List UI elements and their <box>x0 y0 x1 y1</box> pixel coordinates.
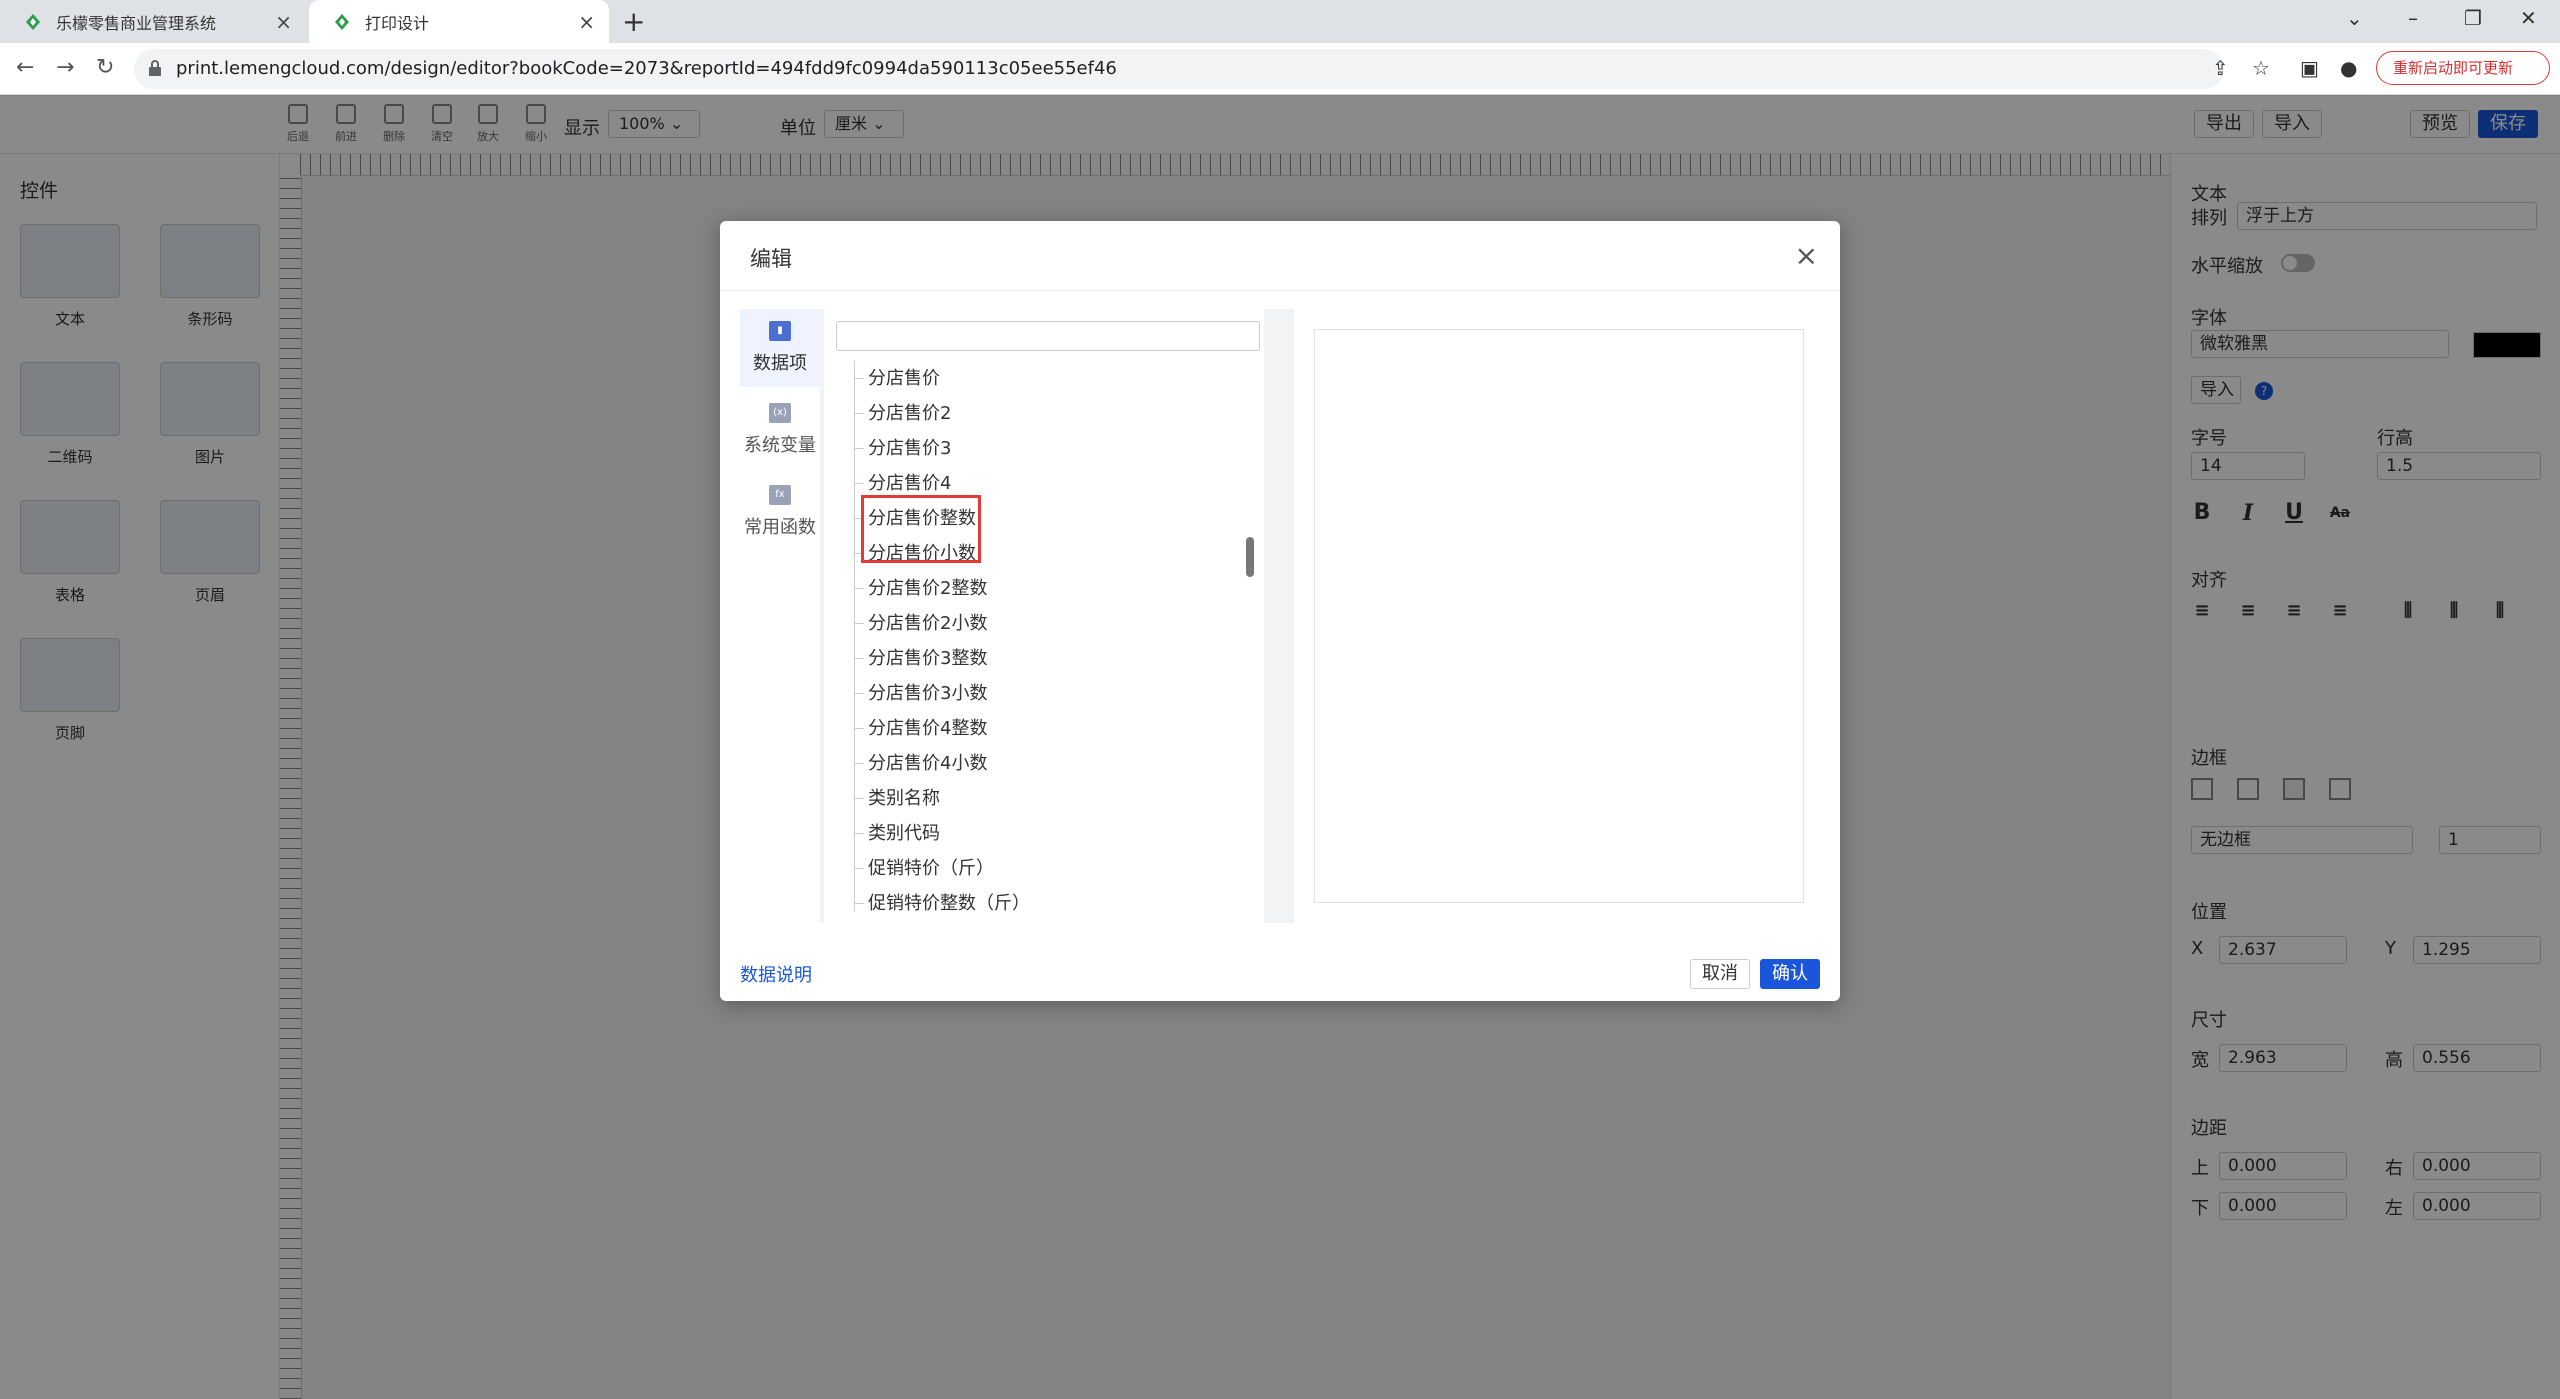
back-icon[interactable]: ← <box>16 55 34 80</box>
tab-close-icon[interactable]: × <box>275 10 292 34</box>
tree-connector <box>854 361 855 911</box>
tree-item[interactable]: 分店售价3小数 <box>853 676 987 711</box>
side-tabs: ▮ 数据项 (x) 系统变量 fx 常用函数 <box>740 309 820 923</box>
preview-panel <box>1294 309 1820 923</box>
lock-icon <box>149 60 161 76</box>
search-input[interactable] <box>836 321 1260 351</box>
edit-modal: 编辑 × ▮ 数据项 (x) 系统变量 fx 常用函数 分店售价 分店售价2 分店售价… <box>720 221 1840 1001</box>
side-panel-icon[interactable]: ▣ <box>2300 56 2319 80</box>
tab-common-functions[interactable]: fx 常用函数 <box>740 473 820 551</box>
tab-close-icon[interactable]: × <box>578 10 595 34</box>
new-tab-icon[interactable]: + <box>622 5 645 38</box>
close-icon[interactable]: × <box>1795 239 1818 272</box>
cancel-button[interactable]: 取消 <box>1690 959 1750 989</box>
system-variable-icon: (x) <box>769 403 791 423</box>
tree-item[interactable]: 分店售价3整数 <box>853 641 987 676</box>
browser-tab-strip: 乐檬零售商业管理系统 × 打印设计 × + ⌄ – ❐ ✕ <box>0 0 2560 43</box>
modal-header: 编辑 × <box>720 221 1840 291</box>
tree-item[interactable]: 促销特价（斤） <box>854 851 994 886</box>
address-bar-row: ← → ↻ print.lemengcloud.com/design/edito… <box>0 43 2560 95</box>
window-close-icon[interactable]: ✕ <box>2520 6 2537 30</box>
tree-item[interactable]: 类别代码 <box>854 816 940 851</box>
omnibox[interactable]: print.lemengcloud.com/design/editor?book… <box>134 49 2224 89</box>
minimize-icon[interactable]: – <box>2408 6 2418 30</box>
function-icon: fx <box>769 485 791 505</box>
tree-item[interactable]: 分店售价2整数 <box>853 571 987 606</box>
reload-icon[interactable]: ↻ <box>96 55 114 80</box>
tab-system-variables[interactable]: (x) 系统变量 <box>740 391 820 469</box>
tab-data-items[interactable]: ▮ 数据项 <box>740 309 820 387</box>
lemeng-favicon-icon <box>26 13 40 30</box>
tree-item[interactable]: 分店售价4小数 <box>853 746 987 781</box>
highlight-annotation <box>861 495 981 563</box>
tree-item[interactable]: 促销特价整数（斤） <box>854 886 1030 911</box>
modal-body: ▮ 数据项 (x) 系统变量 fx 常用函数 分店售价 分店售价2 分店售价3 分店售… <box>740 309 1820 923</box>
url-text: print.lemengcloud.com/design/editor?book… <box>176 58 1117 79</box>
tab-search-chevron-icon[interactable]: ⌄ <box>2346 6 2363 30</box>
data-item-icon: ▮ <box>769 321 791 341</box>
forward-icon[interactable]: → <box>56 55 74 80</box>
tab-lemeng[interactable]: 乐檬零售商业管理系统 × <box>0 0 306 43</box>
tree-item[interactable]: 分店售价4整数 <box>853 711 987 746</box>
data-tree-list: 分店售价 分店售价2 分店售价3 分店售价4 分店售价整数 分店售价小数 分店售… <box>824 361 1264 911</box>
tab-title: 乐檬零售商业管理系统 <box>56 13 217 33</box>
preview-area <box>1314 329 1804 903</box>
profile-icon[interactable]: ● <box>2340 56 2357 80</box>
tree-item[interactable]: 分店售价3 <box>853 431 951 466</box>
modal-title: 编辑 <box>750 247 792 271</box>
bookmark-star-icon[interactable]: ☆ <box>2252 56 2270 80</box>
share-icon[interactable]: ⇪ <box>2212 56 2229 80</box>
lemeng-favicon-icon <box>335 13 349 30</box>
data-description-link[interactable]: 数据说明 <box>740 961 812 987</box>
tree-item[interactable]: 分店售价2小数 <box>853 606 987 641</box>
tree-scrollbar[interactable] <box>1246 537 1254 577</box>
tree-item[interactable]: 分店售价2 <box>853 396 951 431</box>
restore-icon[interactable]: ❐ <box>2464 6 2482 30</box>
tab-print-design[interactable]: 打印设计 × <box>309 0 609 43</box>
update-button[interactable]: 重新启动即可更新 <box>2376 51 2550 85</box>
tree-item[interactable]: 分店售价 <box>854 361 940 396</box>
tab-title: 打印设计 <box>365 13 430 33</box>
tree-item[interactable]: 类别名称 <box>854 781 940 816</box>
confirm-button[interactable]: 确认 <box>1760 959 1820 989</box>
modal-footer: 数据说明 取消 确认 <box>720 941 1840 1001</box>
data-tree-panel: 分店售价 分店售价2 分店售价3 分店售价4 分店售价整数 分店售价小数 分店售… <box>824 309 1264 923</box>
